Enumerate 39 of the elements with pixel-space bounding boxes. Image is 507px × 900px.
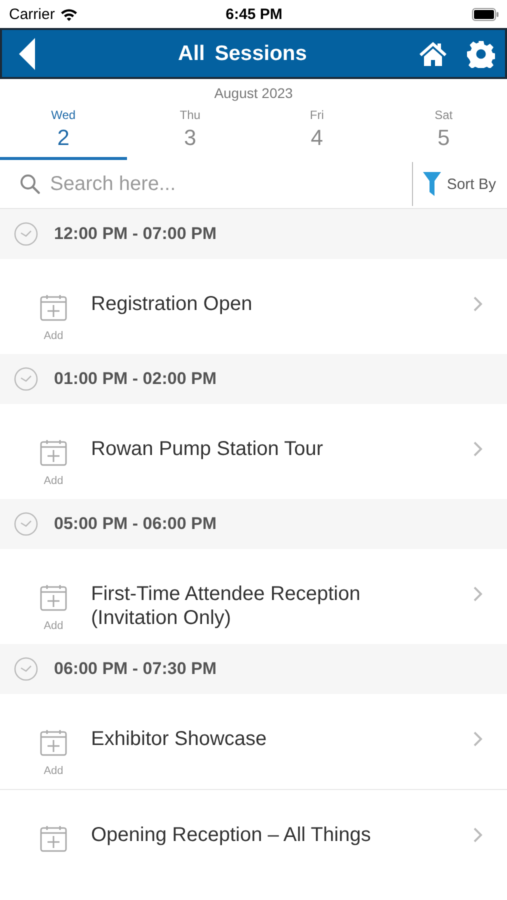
day-tab[interactable]: Fri 4 (254, 108, 380, 160)
filter-icon (422, 172, 441, 196)
sort-button[interactable]: Sort By (412, 160, 507, 208)
day-tab[interactable]: Sat 5 (380, 108, 507, 160)
wifi-icon (60, 8, 78, 20)
clock-time: 6:45 PM (226, 6, 282, 22)
search-icon (20, 174, 40, 194)
back-button[interactable] (18, 38, 36, 70)
session-title: Opening Reception – All Things (91, 823, 372, 847)
clock-icon (14, 222, 38, 246)
chevron-icon (473, 731, 483, 747)
battery-icon (472, 8, 500, 20)
session-row[interactable]: Add Exhibitor Showcase (0, 694, 507, 789)
time-range: 12:00 PM - 07:00 PM (54, 224, 217, 244)
chevron-icon (473, 441, 483, 457)
screen-title: All Sessions (177, 42, 308, 66)
session-title: Registration Open (91, 292, 254, 316)
search-field[interactable]: Search here... (48, 172, 412, 196)
day-tab[interactable]: Thu 3 (126, 108, 254, 160)
home-button[interactable] (419, 40, 447, 66)
session-row[interactable]: Add Registration Open (0, 259, 507, 354)
settings-button[interactable] (467, 40, 495, 68)
day-tab[interactable]: Wed 2 (0, 108, 127, 160)
clock-icon (14, 367, 38, 391)
clock-icon (14, 512, 38, 536)
session-title: First-Time Attendee Reception (Invitation Only) (91, 582, 362, 630)
carrier-label: Carrier (9, 6, 55, 22)
clock-icon (14, 657, 38, 681)
session-title: Rowan Pump Station Tour (91, 437, 324, 461)
time-range: 06:00 PM - 07:30 PM (54, 659, 217, 679)
time-range: 01:00 PM - 02:00 PM (54, 369, 217, 389)
chevron-icon (473, 586, 483, 602)
time-range: 05:00 PM - 06:00 PM (54, 514, 217, 534)
chevron-icon (473, 827, 483, 843)
chevron-icon (473, 296, 483, 312)
session-row[interactable]: Add First-Time Attendee Reception (Invitation Only) (0, 549, 507, 644)
session-row[interactable]: Add Rowan Pump Station Tour (0, 404, 507, 499)
session-title: Exhibitor Showcase (91, 727, 268, 751)
month-label: August 2023 (213, 85, 294, 101)
